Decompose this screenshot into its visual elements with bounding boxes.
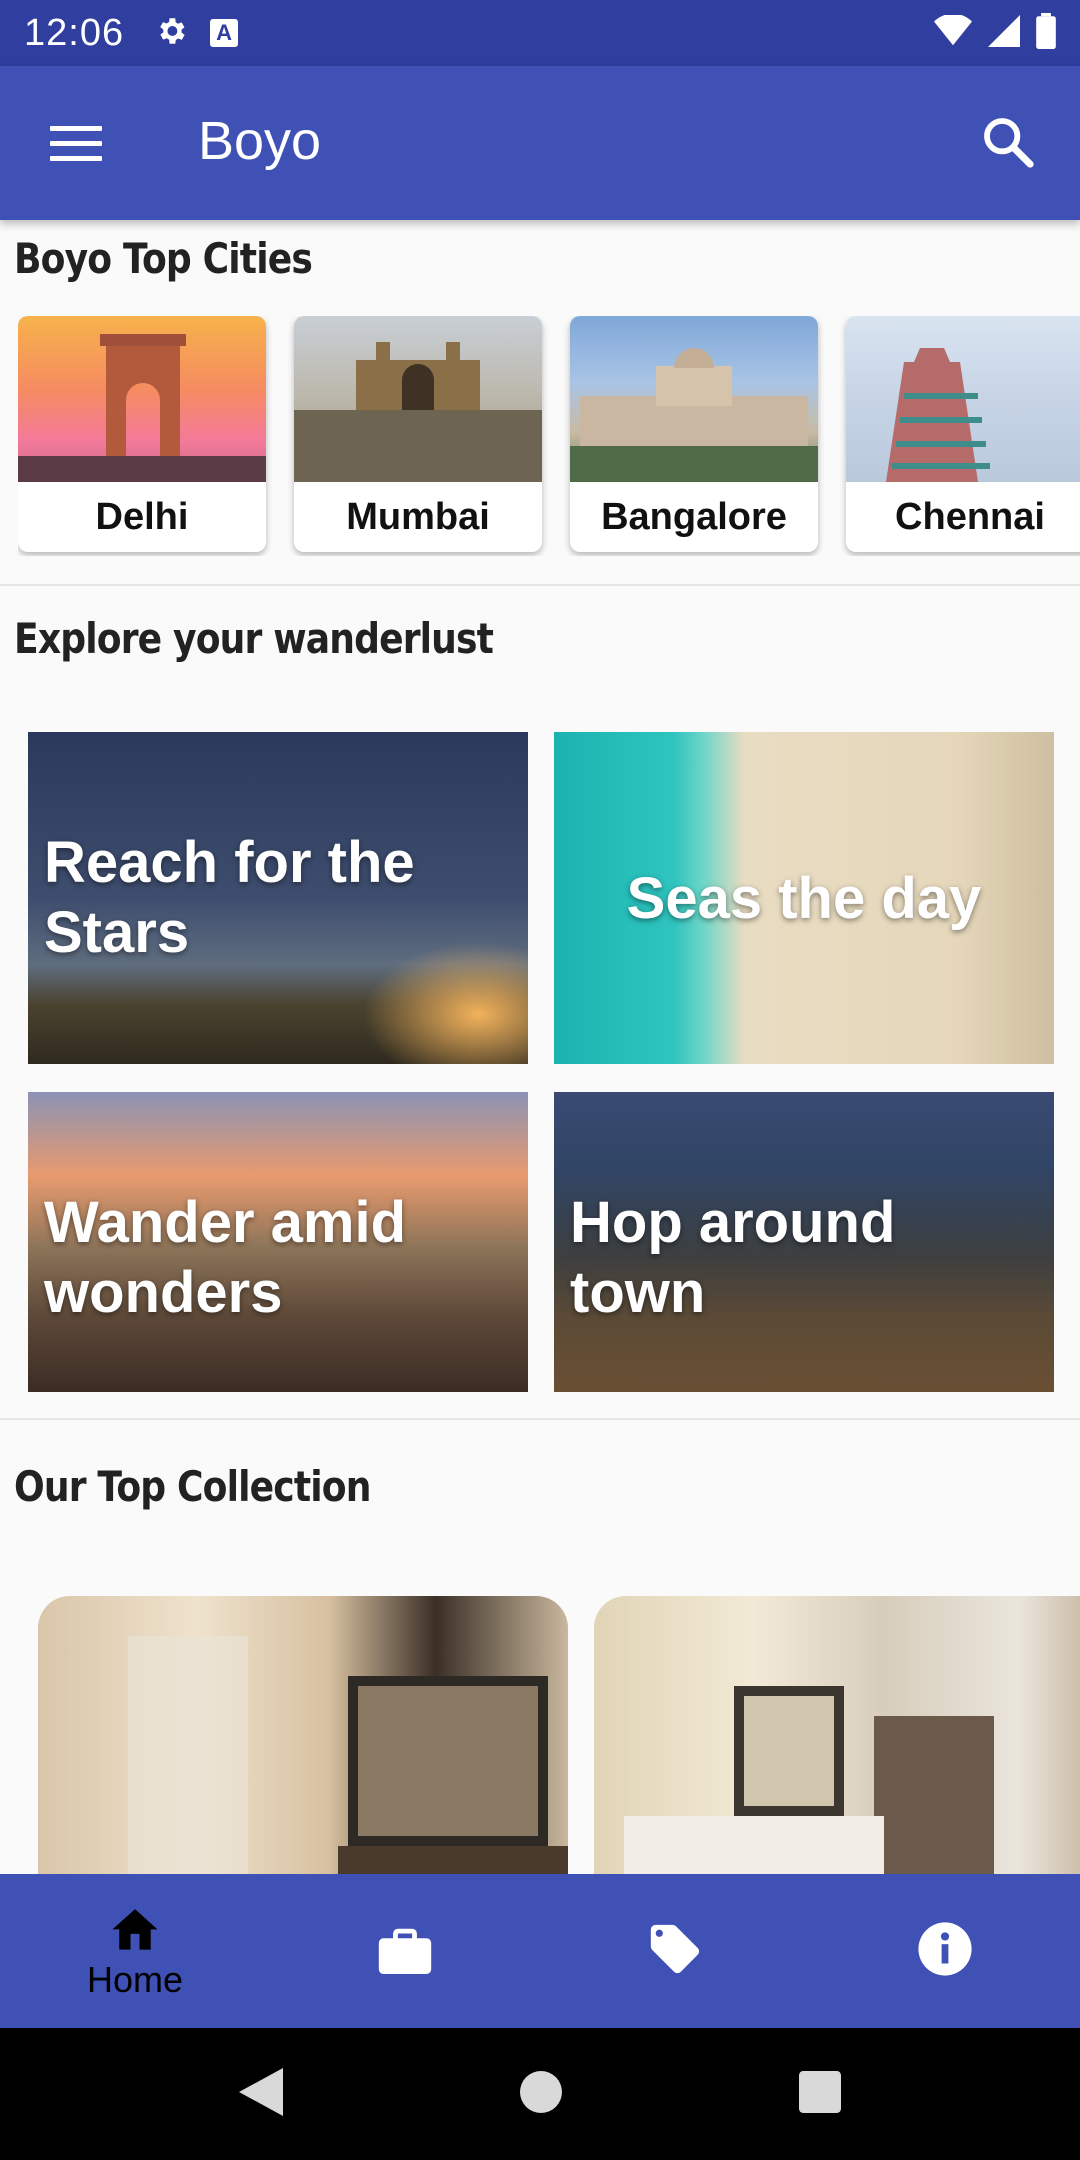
city-card-chennai[interactable]: Chennai: [846, 316, 1080, 552]
app-bar: Boyo: [0, 66, 1080, 220]
back-icon[interactable]: [238, 2067, 283, 2121]
nav-home[interactable]: Home: [0, 1874, 270, 2028]
search-icon[interactable]: [980, 114, 1040, 174]
tile-label: Seas the day: [626, 866, 982, 931]
home-icon: [108, 1902, 162, 1955]
app-title: Boyo: [198, 111, 322, 171]
nav-bookings[interactable]: [270, 1874, 540, 2028]
top-cities-title: Boyo Top Cities: [14, 234, 313, 283]
city-card-bangalore[interactable]: Bangalore: [570, 316, 818, 552]
status-bar: 12:06 A: [0, 0, 1080, 66]
city-card-mumbai[interactable]: Mumbai: [294, 316, 542, 552]
recents-icon[interactable]: [799, 2070, 842, 2118]
gear-icon: [154, 14, 188, 53]
city-label: Delhi: [95, 495, 189, 538]
battery-icon: [1036, 12, 1056, 54]
collection-title: Our Top Collection: [14, 1462, 371, 1511]
nav-home-label: Home: [86, 1958, 184, 2000]
collection-carousel[interactable]: [38, 1596, 1080, 1876]
tile-reach-for-the-stars[interactable]: Reach for the Stars: [28, 732, 528, 1064]
city-label: Mumbai: [346, 495, 490, 538]
tile-label: Reach for the Stars: [44, 830, 415, 965]
briefcase-icon: [376, 1924, 434, 1979]
divider: [0, 1418, 1080, 1420]
menu-icon[interactable]: [50, 126, 104, 162]
city-card-delhi[interactable]: Delhi: [18, 316, 266, 552]
wanderlust-title: Explore your wanderlust: [14, 614, 494, 663]
divider: [0, 584, 1080, 586]
collection-card[interactable]: [38, 1596, 568, 1876]
status-time: 12:06: [24, 11, 125, 54]
city-label: Bangalore: [601, 495, 787, 538]
collection-card[interactable]: [594, 1596, 1080, 1876]
bangalore-image: [570, 316, 818, 482]
chennai-image: [846, 316, 1080, 482]
tile-hop-around-town[interactable]: Hop around town: [554, 1092, 1054, 1392]
a-icon: A: [210, 19, 239, 47]
tile-wander-amid-wonders[interactable]: Wander amid wonders: [28, 1092, 528, 1392]
bottom-navigation: Home: [0, 1874, 1080, 2028]
tile-label: Hop around town: [570, 1190, 896, 1325]
delhi-image: [18, 316, 266, 482]
city-label: Chennai: [895, 495, 1045, 538]
tag-icon: [646, 1920, 704, 1983]
top-cities-carousel[interactable]: Delhi Mumbai Bangalore Chennai: [18, 316, 1080, 556]
nav-offers[interactable]: [540, 1874, 810, 2028]
mumbai-image: [294, 316, 542, 482]
tile-label: Wander amid wonders: [44, 1190, 407, 1325]
info-icon: [916, 1920, 974, 1983]
signal-icon: [988, 14, 1020, 52]
system-navigation-bar: [0, 2028, 1080, 2160]
tile-seas-the-day[interactable]: Seas the day: [554, 732, 1054, 1064]
wifi-icon: [934, 13, 972, 52]
nav-info[interactable]: [810, 1874, 1080, 2028]
home-circle-icon[interactable]: [519, 2070, 562, 2118]
